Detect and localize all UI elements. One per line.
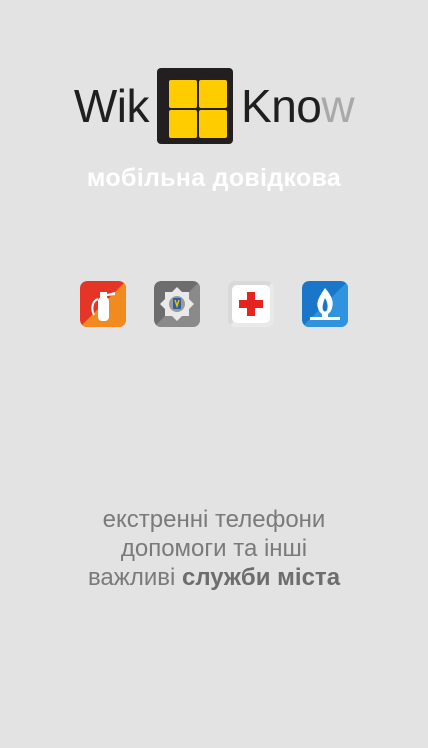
logo-text-left: Wik: [73, 80, 150, 132]
service-icons: [0, 281, 428, 327]
police-badge-icon[interactable]: [154, 281, 200, 327]
fire-extinguisher-icon[interactable]: [80, 281, 126, 327]
gas-flame-icon[interactable]: [302, 281, 348, 327]
logo-grid-icon: [157, 68, 234, 144]
app-tagline: екстренні телефони допомоги та інші важл…: [87, 506, 341, 591]
logo-text-right: Know: [241, 80, 355, 132]
app-logo: Wik Know: [0, 68, 428, 144]
app-subtitle: мобільна довідкова: [86, 164, 342, 192]
medical-cross-icon[interactable]: [228, 281, 274, 327]
